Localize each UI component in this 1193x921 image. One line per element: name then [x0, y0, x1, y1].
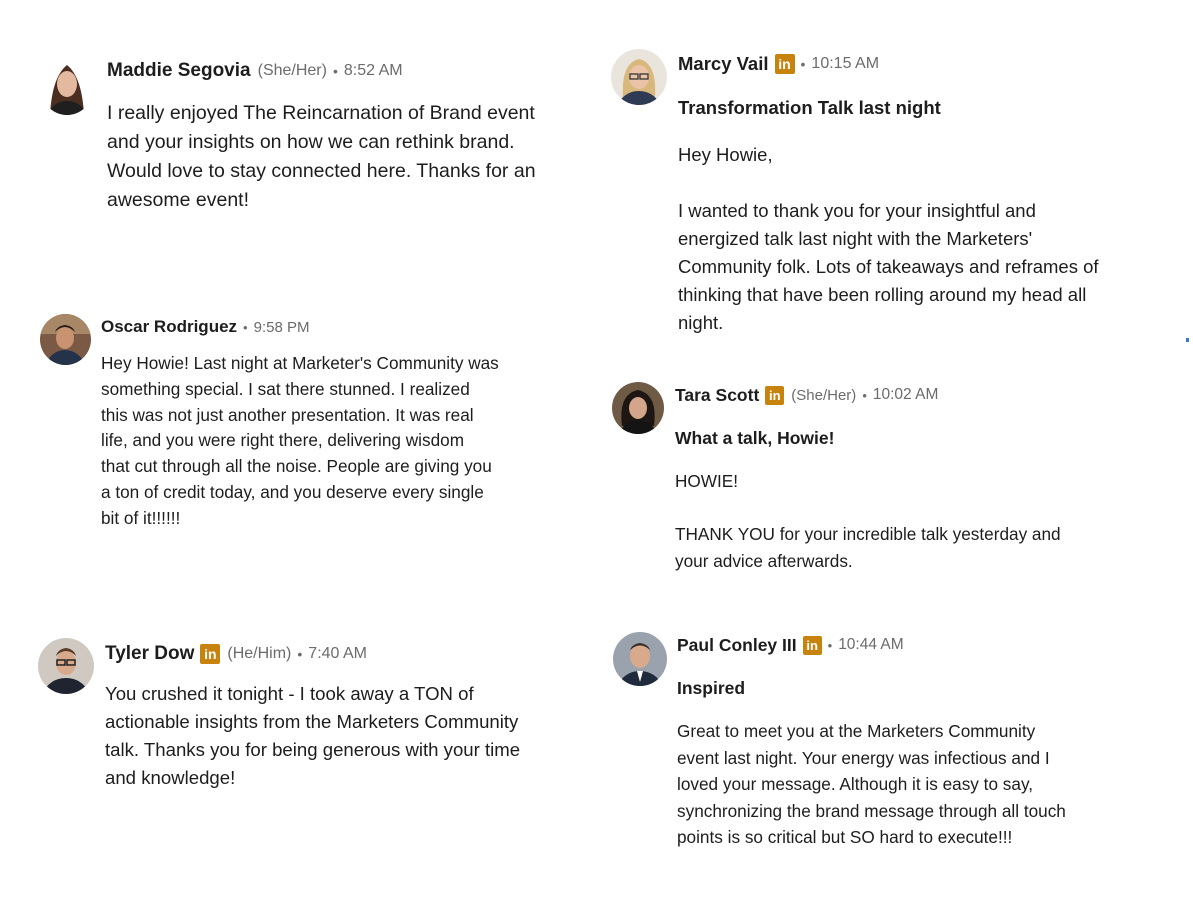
message-line: Great to meet you at the Marketers Commu…: [677, 721, 1036, 741]
edge-artifact: [1186, 338, 1189, 342]
sender-name[interactable]: Paul Conley III: [677, 635, 797, 656]
separator-dot: •: [800, 56, 806, 72]
message-line: life, and you were right there, deliveri…: [101, 430, 465, 451]
linkedin-badge-icon: in: [765, 385, 785, 405]
timestamp: 10:15 AM: [811, 55, 880, 72]
message-line: Hey Howie! Last night at Marketer's Comm…: [101, 353, 499, 373]
message-body: Hey Howie, I wanted to thank you for you…: [678, 141, 1099, 337]
sender-name[interactable]: Tara Scott: [675, 385, 759, 406]
message-line: awesome event!: [107, 189, 249, 211]
sender-name[interactable]: Marcy Vail: [678, 53, 769, 75]
avatar[interactable]: [613, 632, 667, 686]
message-line: bit of it!!!!!!: [101, 507, 181, 528]
message-body: Hey Howie! Last night at Marketer's Comm…: [101, 351, 499, 532]
message-line: and your insights on how we can rethink …: [107, 131, 515, 153]
linkedin-badge-icon: in: [802, 635, 822, 655]
message-line: actionable insights from the Marketers C…: [105, 711, 519, 732]
timestamp: 10:02 AM: [872, 386, 939, 403]
message-greeting: Hey Howie,: [678, 144, 773, 165]
avatar[interactable]: [40, 57, 94, 115]
message-line: a ton of credit today, and you deserve e…: [101, 481, 484, 502]
message-line: your advice afterwards.: [675, 550, 853, 571]
timestamp: 10:44 AM: [838, 636, 904, 653]
message-line: event last night. Your energy was infect…: [677, 747, 1050, 768]
linkedin-badge-icon: in: [774, 54, 795, 74]
avatar[interactable]: [612, 382, 664, 434]
message-line: Would love to stay connected here. Thank…: [107, 160, 536, 182]
message-subject: Transformation Talk last night: [678, 97, 941, 118]
message-line: Community folk. Lots of takeaways and re…: [678, 256, 1099, 277]
message-line: and knowledge!: [105, 767, 236, 788]
message-line: You crushed it tonight - I took away a T…: [105, 683, 474, 704]
message-line: something special. I sat there stunned. …: [101, 378, 470, 399]
message-subject: Inspired: [677, 678, 746, 698]
message-line: I really enjoyed The Reincarnation of Br…: [107, 102, 535, 124]
message-body: You crushed it tonight - I took away a T…: [105, 680, 520, 792]
pronouns: (She/Her): [257, 62, 327, 79]
sender-name[interactable]: Tyler Dow: [105, 643, 194, 665]
message-line: loved your message. Although it is easy …: [677, 774, 1034, 794]
message-line: I wanted to thank you for your insightfu…: [678, 200, 1036, 221]
linkedin-badge-icon: in: [200, 644, 221, 664]
message-line: this was not just another presentation. …: [101, 404, 474, 425]
avatar[interactable]: [38, 638, 94, 694]
pronouns: (She/Her): [791, 386, 857, 404]
message-line: synchronizing the brand message through …: [677, 800, 1066, 821]
message-line: energized talk last night with the Marke…: [678, 228, 1033, 249]
message-body: HOWIE! THANK YOU for your incredible tal…: [675, 468, 1061, 574]
separator-dot: •: [862, 387, 867, 403]
message-greeting: HOWIE!: [675, 471, 739, 491]
timestamp: 8:52 AM: [343, 62, 403, 79]
timestamp: 9:58 PM: [253, 318, 310, 336]
sender-name[interactable]: Oscar Rodriguez: [101, 317, 237, 337]
timestamp: 7:40 AM: [308, 645, 367, 662]
message-line: thinking that have been rolling around m…: [678, 284, 1087, 305]
message-body: Great to meet you at the Marketers Commu…: [677, 718, 1066, 851]
message-line: points is so critical but SO hard to exe…: [677, 827, 1013, 847]
avatar[interactable]: [40, 314, 91, 365]
message-line: talk. Thanks you for being generous with…: [105, 739, 521, 760]
separator-dot: •: [827, 637, 833, 653]
message-line: THANK YOU for your incredible talk yeste…: [675, 524, 1061, 544]
separator-dot: •: [332, 63, 338, 79]
separator-dot: •: [243, 319, 248, 335]
avatar[interactable]: [611, 49, 667, 105]
message-body: I really enjoyed The Reincarnation of Br…: [107, 99, 536, 215]
message-subject: What a talk, Howie!: [675, 428, 835, 448]
message-line: night.: [678, 312, 724, 333]
message-line: that cut through all the noise. People a…: [101, 456, 492, 477]
pronouns: (He/Him): [227, 645, 292, 662]
sender-name[interactable]: Maddie Segovia: [107, 60, 251, 82]
separator-dot: •: [297, 646, 303, 662]
